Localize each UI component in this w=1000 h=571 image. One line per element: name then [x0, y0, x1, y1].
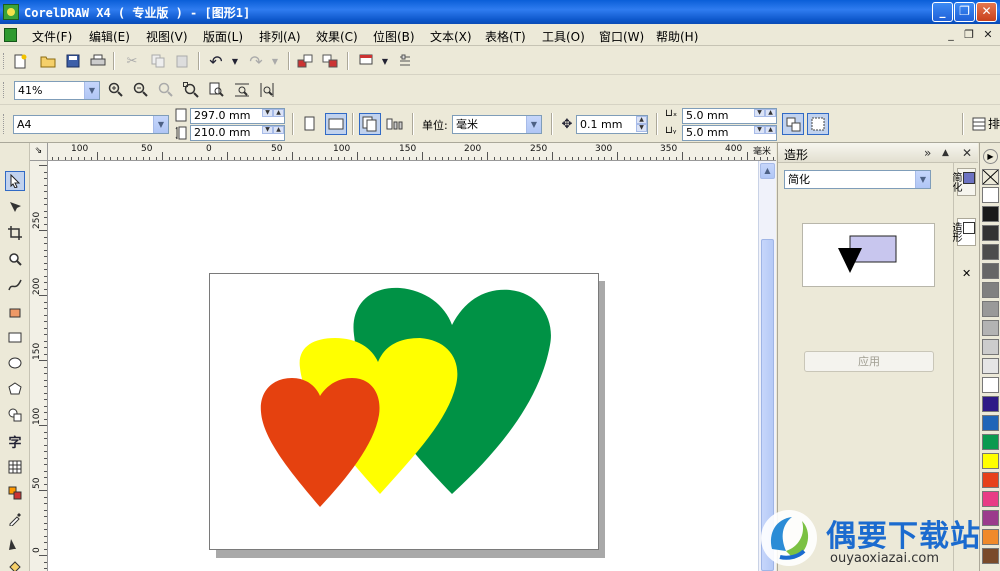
docker-title: 造形 [784, 148, 809, 162]
watermark-url: ouyaoxiazai.com [830, 551, 939, 566]
shaping-mode-value: 简化 [788, 173, 810, 186]
color-swatch[interactable] [982, 415, 999, 431]
scroll-up-icon[interactable]: ▲ [760, 163, 775, 179]
shaping-tab-icon [963, 222, 975, 234]
shaping-mode-select[interactable]: 简化 ▼ [784, 170, 931, 189]
color-swatch[interactable] [982, 301, 999, 317]
color-swatch[interactable] [982, 396, 999, 412]
docker-expand-icon[interactable]: » [924, 146, 931, 160]
chevron-down-icon[interactable]: ▼ [915, 171, 930, 188]
watermark-brand-text: 偶要下载站 [826, 519, 981, 554]
simplify-preview-illustration [838, 235, 897, 273]
color-swatch[interactable] [982, 282, 999, 298]
docker-collapse-icon[interactable]: ▲ [942, 148, 949, 158]
color-swatch[interactable] [982, 263, 999, 279]
color-swatch[interactable] [982, 206, 999, 222]
simplify-tab-icon [963, 172, 975, 184]
tab-simplify[interactable]: 简化 [950, 168, 976, 196]
apply-button[interactable]: 应用 [804, 351, 934, 372]
color-swatch[interactable] [982, 434, 999, 450]
color-swatch[interactable] [982, 225, 999, 241]
tab-close-icon[interactable]: ✕ [962, 267, 971, 280]
docker-close-icon[interactable]: ✕ [962, 146, 972, 160]
color-swatch[interactable] [982, 358, 999, 374]
color-swatch[interactable] [982, 453, 999, 469]
site-logo-icon [761, 510, 817, 566]
docker-header: 造形 » ▲ [778, 143, 954, 163]
color-swatch[interactable] [982, 339, 999, 355]
docker-tabs-header: ✕ [953, 143, 978, 163]
tab-shaping[interactable]: 造形 [950, 218, 976, 246]
color-swatch[interactable] [982, 320, 999, 336]
palette-scroll-up-icon[interactable]: ▶ [983, 149, 998, 164]
shaping-preview [802, 223, 935, 287]
tab-simplify-label: 简化 [950, 172, 961, 192]
no-color-swatch[interactable] [982, 169, 999, 185]
red-heart-shape[interactable] [260, 378, 380, 507]
color-swatch[interactable] [982, 472, 999, 488]
color-swatch[interactable] [982, 377, 999, 393]
tab-shaping-label: 造形 [950, 222, 961, 242]
site-watermark: 偶要下载站 ouyaoxiazai.com [758, 505, 1000, 571]
color-swatch[interactable] [982, 244, 999, 260]
color-swatch[interactable] [982, 187, 999, 203]
